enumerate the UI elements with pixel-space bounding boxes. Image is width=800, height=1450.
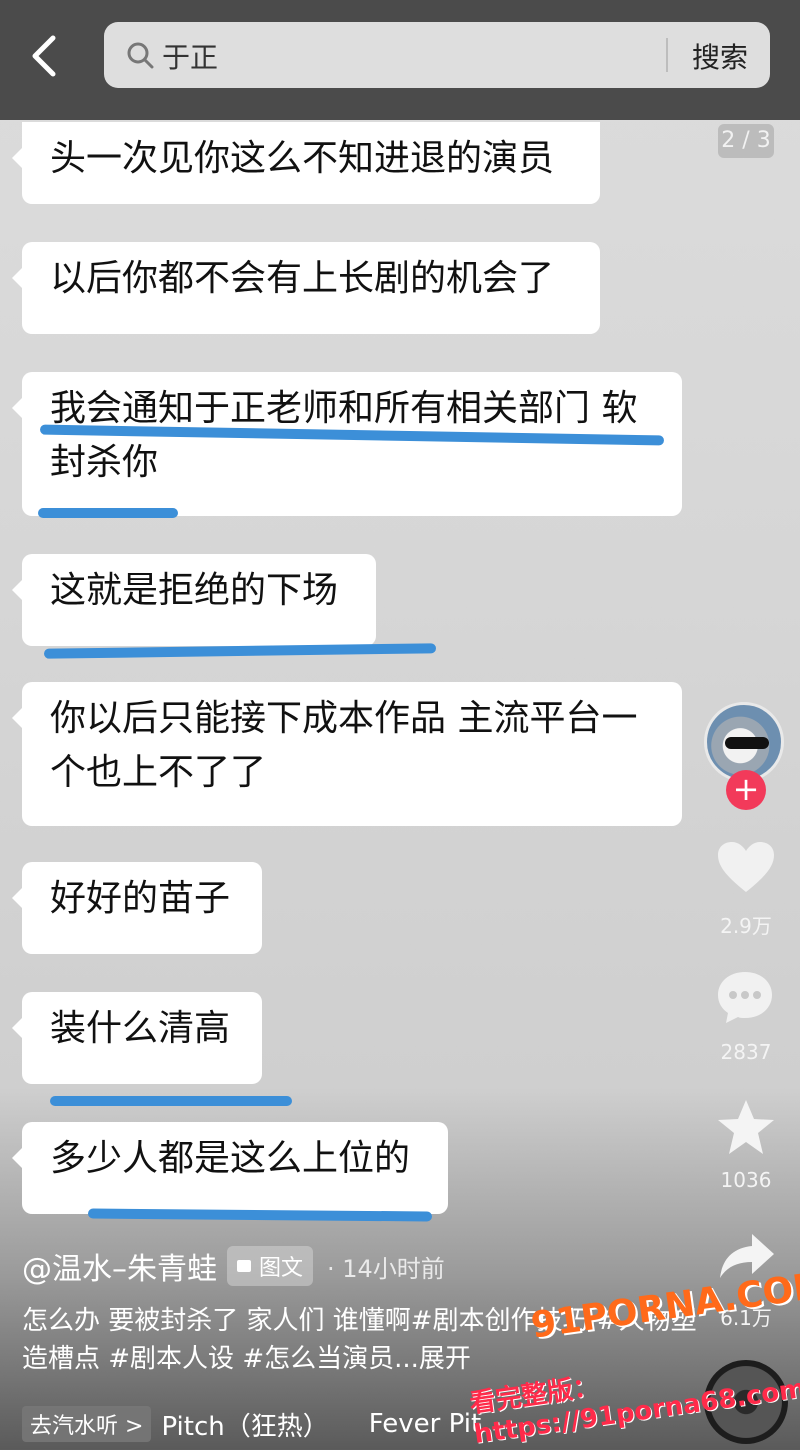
search-input[interactable]: 于正 搜索 [104,22,770,88]
music-title-repeat: Fever Pit [368,1409,482,1439]
heart-icon[interactable] [716,840,776,896]
comments-count: 2837 [720,1040,772,1064]
chat-bubble-text: 好好的苗子 [50,878,231,919]
chat-bubble: 好好的苗子 [12,862,262,954]
search-query: 于正 [162,41,219,74]
back-arrow-icon[interactable] [22,30,66,82]
chat-bubble-text: 这就是拒绝的下场 [50,570,339,611]
chat-bubble: 多少人都是这么上位的 [12,1122,448,1214]
chat-bubble-text: 头一次见你这么不知进退的演员 [50,138,555,179]
likes-count: 2.9万 [720,914,772,938]
search-icon [127,42,154,69]
follow-plus-button[interactable]: + [726,770,766,810]
top-search-bar: 于正 搜索 [0,0,800,120]
author-name[interactable]: @温水–朱青蛙 [22,1244,217,1288]
music-app-chip[interactable]: 去汽水听 > [22,1406,152,1442]
music-title: Pitch（狂热） [161,1411,329,1442]
chat-bubble-text: 多少人都是这么上位的 [50,1138,411,1179]
chat-bubble: 以后你都不会有上长剧的机会了 [12,242,600,334]
avatar-glasses [725,737,769,749]
chat-bubble: 头一次见你这么不知进退的演员 [12,122,600,204]
star-icon[interactable] [716,1098,776,1156]
post-type-label: 图文 [259,1256,304,1281]
highlight-underline [87,1208,433,1222]
post-meta: @温水–朱青蛙 图文 · 14小时前 [22,1244,445,1288]
highlight-underline [38,508,178,518]
post-type-tag: 图文 [227,1246,314,1286]
chat-bubble-text: 装什么清高 [50,1008,231,1049]
chat-bubble: 装什么清高 [12,992,262,1084]
favorites-count: 1036 [720,1168,772,1192]
music-bar[interactable]: 去汽水听 > Pitch（狂热） Fever Pit [22,1404,521,1444]
highlight-underline [50,1096,292,1106]
post-time: · 14小时前 [327,1254,445,1283]
chat-bubble-text: 你以后只能接下成本作品 主流平台一个也上不了了 [50,698,638,793]
chat-bubble-text: 以后你都不会有上长剧的机会了 [50,258,555,299]
chat-bubble: 你以后只能接下成本作品 主流平台一个也上不了了 [12,682,682,826]
search-button[interactable]: 搜索 [692,36,748,76]
comment-icon[interactable] [714,968,776,1026]
page-indicator: 2 / 3 [718,124,774,158]
image-post-icon [237,1260,251,1272]
search-divider [666,38,668,72]
chat-bubble: 这就是拒绝的下场 [12,554,376,646]
